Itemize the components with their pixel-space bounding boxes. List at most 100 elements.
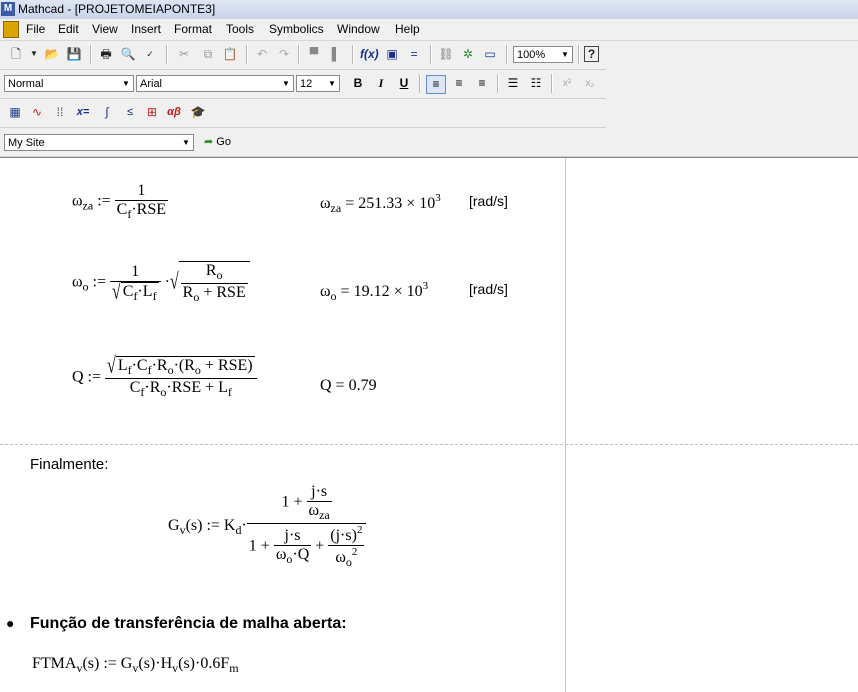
separator [430, 45, 432, 64]
redo-icon[interactable]: ↷ [276, 46, 292, 62]
bullet-list-icon[interactable]: ☰ [504, 75, 522, 92]
resource-center-icon[interactable]: ▭ [482, 46, 498, 62]
chevron-down-icon: ▼ [561, 50, 569, 59]
menu-file[interactable]: File [26, 22, 45, 36]
chevron-down-icon: ▼ [282, 79, 290, 88]
window-title: Mathcad - [PROJETOMEIAPONTE3] [18, 2, 216, 16]
new-icon[interactable]: 🗋 [8, 46, 24, 62]
menu-bar: File Edit View Insert Format Tools Symbo… [0, 19, 858, 41]
matrix-icon[interactable]: ⁞⁞ [52, 104, 68, 120]
calculate-icon[interactable]: = [406, 46, 422, 62]
align-center-icon[interactable]: ≡ [450, 75, 468, 92]
superscript-icon[interactable]: x² [558, 75, 576, 92]
programming-icon[interactable]: ⊞ [144, 104, 160, 120]
go-arrow-icon: ➦ [204, 136, 214, 148]
site-select[interactable]: My Site ▼ [4, 134, 194, 151]
chevron-down-icon: ▼ [328, 79, 336, 88]
separator [166, 45, 168, 64]
bold-button[interactable]: B [349, 75, 367, 92]
wza-exponent: 3 [435, 192, 441, 204]
gv-definition[interactable]: Gv(s) := Kd· 1 + j·s ωza 1 + j·s ωo·Q + (j·s… [168, 483, 367, 570]
calculator-icon[interactable]: ▦ [7, 104, 23, 120]
underline-button[interactable]: U [395, 75, 413, 92]
menu-window[interactable]: Window [337, 22, 380, 36]
finalmente-text[interactable]: Finalmente: [30, 456, 108, 473]
wza-definition[interactable]: ωza := 1 Cf·RSE [72, 182, 168, 222]
page-break-line [0, 444, 858, 445]
evaluation-icon[interactable]: x= [75, 104, 91, 120]
zoom-value: 100% [517, 49, 546, 61]
wo-definition[interactable]: ωo := 1 √ Cf·Lf ·√ Ro Ro + RSE [72, 261, 250, 305]
wo-value: 19.12 [353, 283, 390, 300]
page-boundary-line [565, 158, 566, 692]
wza-value: 251.33 [358, 195, 403, 212]
numbered-list-icon[interactable]: ☷ [527, 75, 545, 92]
worksheet[interactable]: ωza := 1 Cf·RSE ωza = 251.33 × 103 [rad/s… [0, 157, 858, 692]
insert-unit-icon[interactable]: ▣ [384, 46, 400, 62]
zoom-select[interactable]: 100% ▼ [513, 46, 573, 63]
separator [578, 45, 580, 64]
boolean-icon[interactable]: ≤ [122, 104, 138, 120]
wza-unit: [rad/s] [469, 193, 508, 209]
menu-tools[interactable]: Tools [226, 22, 254, 36]
insert-component-icon[interactable]: ✲ [460, 46, 476, 62]
chevron-down-icon: ▼ [182, 138, 190, 147]
italic-button[interactable]: I [372, 75, 390, 92]
wo-unit: [rad/s] [469, 281, 508, 297]
q-definition[interactable]: Q := √ Lf·Cf·Ro·(Ro + RSE) Cf·Ro·RSE + Lf [72, 354, 257, 400]
spell-check-icon[interactable]: ✓ [142, 46, 158, 62]
standard-toolbar: 🗋 ▼ 📂 💾 🖶 🔍 ✓ ✂ ⧉ 📋 ↶ ↷ ▀ ▌ f(x) ▣ = ⛓ ✲… [0, 41, 606, 70]
insert-function-icon[interactable]: f(x) [360, 46, 379, 62]
bullet-icon: ● [6, 615, 15, 631]
menu-help[interactable]: Help [395, 22, 420, 36]
separator [506, 45, 508, 64]
separator [551, 74, 553, 93]
help-icon[interactable]: ? [584, 46, 599, 62]
align-right-icon[interactable]: ≡ [473, 75, 491, 92]
separator [352, 45, 354, 64]
chevron-down-icon: ▼ [122, 79, 130, 88]
wza-result[interactable]: ωza = 251.33 × 103 [320, 192, 441, 216]
print-preview-icon[interactable]: 🔍 [120, 46, 136, 62]
align-down-icon[interactable]: ▌ [328, 46, 344, 62]
save-icon[interactable]: 💾 [66, 46, 82, 62]
new-dropdown-icon[interactable]: ▼ [26, 46, 42, 62]
font-value: Arial [140, 78, 163, 90]
calculus-icon[interactable]: ∫ [99, 104, 115, 120]
title-bar: M Mathcad - [PROJETOMEIAPONTE3] [0, 0, 858, 20]
align-across-icon[interactable]: ▀ [306, 46, 322, 62]
site-value: My Site [8, 137, 45, 149]
style-value: Normal [8, 78, 44, 90]
menu-view[interactable]: View [92, 22, 118, 36]
align-left-icon[interactable]: ≡ [426, 75, 446, 94]
font-size-select[interactable]: 12 ▼ [296, 75, 340, 92]
go-button[interactable]: ➦ Go [204, 135, 231, 148]
q-value: 0.79 [348, 377, 377, 394]
mathcad-app-icon: M [1, 2, 15, 16]
bullet-heading[interactable]: Função de transferência de malha aberta: [30, 615, 347, 633]
open-icon[interactable]: 📂 [44, 46, 60, 62]
menu-edit[interactable]: Edit [58, 22, 79, 36]
separator [246, 45, 248, 64]
separator [298, 45, 300, 64]
wo-result[interactable]: ωo = 19.12 × 103 [320, 280, 428, 304]
greek-icon[interactable]: αβ [166, 104, 182, 120]
q-result[interactable]: Q = 0.79 [320, 377, 377, 395]
document-icon[interactable] [3, 21, 19, 38]
ftma-definition[interactable]: FTMAv(s) := Gv(s)·Hv(s)·0.6Fm [32, 655, 239, 676]
copy-icon[interactable]: ⧉ [200, 46, 216, 62]
insert-hyperlink-icon[interactable]: ⛓ [438, 46, 454, 62]
graph-icon[interactable]: ∿ [29, 104, 45, 120]
paste-icon[interactable]: 📋 [222, 46, 238, 62]
separator [497, 74, 499, 93]
style-select[interactable]: Normal ▼ [4, 75, 134, 92]
subscript-icon[interactable]: x₂ [581, 75, 599, 92]
menu-symbolics[interactable]: Symbolics [269, 22, 324, 36]
symbolic-icon[interactable]: 🎓 [190, 104, 206, 120]
menu-insert[interactable]: Insert [131, 22, 161, 36]
menu-format[interactable]: Format [174, 22, 212, 36]
cut-icon[interactable]: ✂ [176, 46, 192, 62]
font-select[interactable]: Arial ▼ [136, 75, 294, 92]
print-icon[interactable]: 🖶 [98, 46, 114, 62]
undo-icon[interactable]: ↶ [254, 46, 270, 62]
